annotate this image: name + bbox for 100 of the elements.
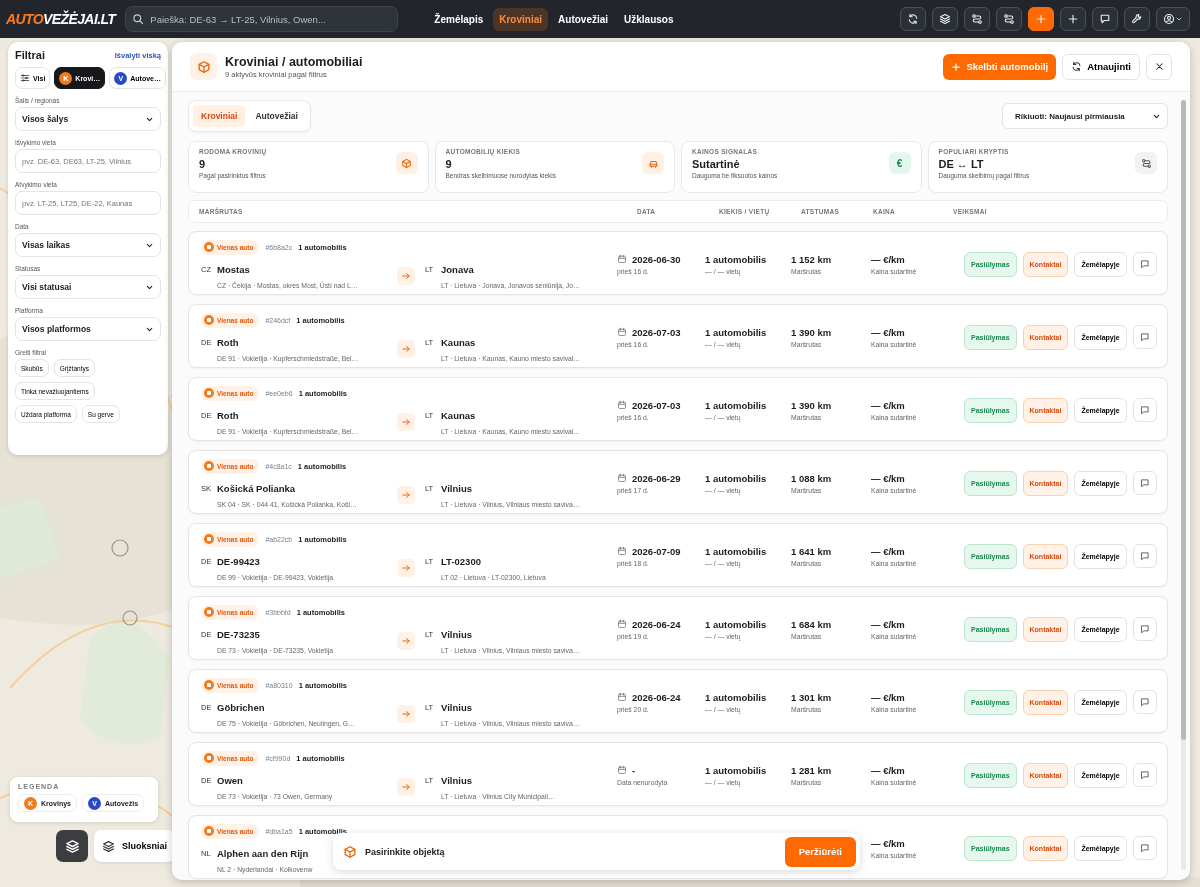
nav-tab[interactable]: Kroviniai xyxy=(493,7,549,31)
layers-icon xyxy=(102,839,115,853)
layers-button[interactable]: Sluoksniai xyxy=(94,830,175,862)
cell-value: 1 automobilis xyxy=(705,326,767,338)
sliders-icon xyxy=(20,73,30,83)
cell-value: 1 automobilis xyxy=(705,618,767,630)
cell-value: - xyxy=(632,764,636,776)
circle-icon xyxy=(204,388,214,398)
circle-icon xyxy=(204,826,214,836)
calendar-icon xyxy=(617,619,627,629)
layers-icon xyxy=(64,838,80,854)
tools-button[interactable] xyxy=(1124,7,1150,31)
cell-value: — €/km xyxy=(871,837,905,849)
cell-value: — €/km xyxy=(871,618,905,630)
nav-tab[interactable]: Žemėlapis xyxy=(428,7,490,31)
chat-button[interactable] xyxy=(1092,7,1118,31)
listing-card[interactable] xyxy=(188,304,1168,368)
search-field[interactable]: Paieška: DE-63 → LT-25, Vilnius, Owen... xyxy=(125,6,399,32)
calendar-icon xyxy=(617,473,627,483)
select-field[interactable]: Visos šalys xyxy=(15,107,161,131)
arrow-icon xyxy=(401,344,411,354)
cell-value: 2026-07-03 xyxy=(632,399,681,411)
comment-button[interactable] xyxy=(1132,690,1157,714)
cell-value: 1 automobilis xyxy=(705,691,767,703)
cell-value: 2026-06-30 xyxy=(632,253,681,265)
refresh-icon xyxy=(1071,61,1083,72)
add-button[interactable] xyxy=(1060,7,1086,31)
sort-select[interactable]: Rikiuoti: Naujausi pirmiausia xyxy=(1002,103,1168,129)
cell-value: 1 automobilis xyxy=(705,399,767,411)
nav-tab[interactable]: Autovežiai xyxy=(552,7,615,31)
listing-card[interactable] xyxy=(188,231,1168,295)
arrow-icon xyxy=(401,417,411,427)
place-name: Roth xyxy=(217,336,239,348)
cell-value: 1 641 km xyxy=(791,545,832,557)
place-name: LT-02300 xyxy=(441,555,481,567)
place-name: Kaunas xyxy=(441,336,476,348)
user-icon xyxy=(1163,13,1175,25)
refresh-button[interactable] xyxy=(900,7,926,31)
refresh-button[interactable]: Atnaujinti xyxy=(1062,53,1140,80)
select-field[interactable]: Visas laikas xyxy=(15,233,161,257)
wrench-icon xyxy=(1131,13,1143,25)
account-button[interactable] xyxy=(1156,7,1190,31)
nav-tab[interactable]: Užklausos xyxy=(618,7,680,31)
route-button[interactable] xyxy=(996,7,1022,31)
layers-button[interactable] xyxy=(932,7,958,31)
route-icon xyxy=(971,13,983,25)
cell-value: 2026-06-24 xyxy=(632,618,681,630)
place-name: Kaunas xyxy=(441,409,476,421)
place-name: DE-73235 xyxy=(217,628,260,640)
cell-value: 1 152 km xyxy=(791,253,832,265)
stat-value: DE ↔ LT xyxy=(938,158,985,170)
place-name: Vilnius xyxy=(441,482,472,494)
listing-card[interactable] xyxy=(188,450,1168,514)
close-icon xyxy=(1153,61,1165,72)
comment-button[interactable] xyxy=(1132,252,1157,276)
circle-icon xyxy=(204,315,214,325)
cell-value: 1 301 km xyxy=(791,691,832,703)
comment-button[interactable] xyxy=(1132,398,1157,422)
circle-icon xyxy=(204,680,214,690)
tab[interactable]: Kroviniai xyxy=(193,105,246,127)
comment-icon xyxy=(1139,843,1150,853)
route-button[interactable] xyxy=(964,7,990,31)
euro-icon: € xyxy=(888,152,911,174)
comment-button[interactable] xyxy=(1132,763,1157,787)
comment-icon xyxy=(1139,551,1150,561)
circle-icon xyxy=(204,607,214,617)
calendar-icon xyxy=(617,327,627,337)
cell-value: 1 automobilis xyxy=(705,472,767,484)
layers-button[interactable] xyxy=(56,830,88,862)
cell-value: 1 281 km xyxy=(791,764,832,776)
refresh-icon xyxy=(907,13,919,25)
listing-card[interactable] xyxy=(188,377,1168,441)
arrow-icon xyxy=(401,636,411,646)
comment-button[interactable] xyxy=(1132,471,1157,495)
select-field[interactable]: Visi statusai xyxy=(15,275,161,299)
place-name: Vilnius xyxy=(441,774,472,786)
place-name: Owen xyxy=(217,774,243,786)
cell-value: — €/km xyxy=(871,472,905,484)
cell-value: — €/km xyxy=(871,545,905,557)
listing-card[interactable] xyxy=(188,523,1168,587)
route-icon xyxy=(1003,13,1015,25)
comment-button[interactable] xyxy=(1132,617,1157,641)
place-name: Alphen aan den Rijn xyxy=(217,847,309,859)
place-name: Mostas xyxy=(217,263,250,275)
listing-card[interactable] xyxy=(188,669,1168,733)
place-name: Vilnius xyxy=(441,628,472,640)
stat-value: 9 xyxy=(445,158,453,170)
scrollbar[interactable] xyxy=(1181,100,1186,870)
calendar-icon xyxy=(617,692,627,702)
stat-value: Sutartinė xyxy=(692,158,741,170)
comment-button[interactable] xyxy=(1132,544,1157,568)
close-button[interactable] xyxy=(1146,53,1172,80)
listing-card[interactable] xyxy=(188,742,1168,806)
comment-button[interactable] xyxy=(1132,325,1157,349)
calendar-icon xyxy=(617,400,627,410)
listing-card[interactable] xyxy=(188,596,1168,660)
tab[interactable]: Autovežiai xyxy=(247,105,306,127)
add-button[interactable] xyxy=(1028,7,1054,31)
select-field[interactable]: Visos platformos xyxy=(15,317,161,341)
comment-button[interactable] xyxy=(1132,836,1157,860)
